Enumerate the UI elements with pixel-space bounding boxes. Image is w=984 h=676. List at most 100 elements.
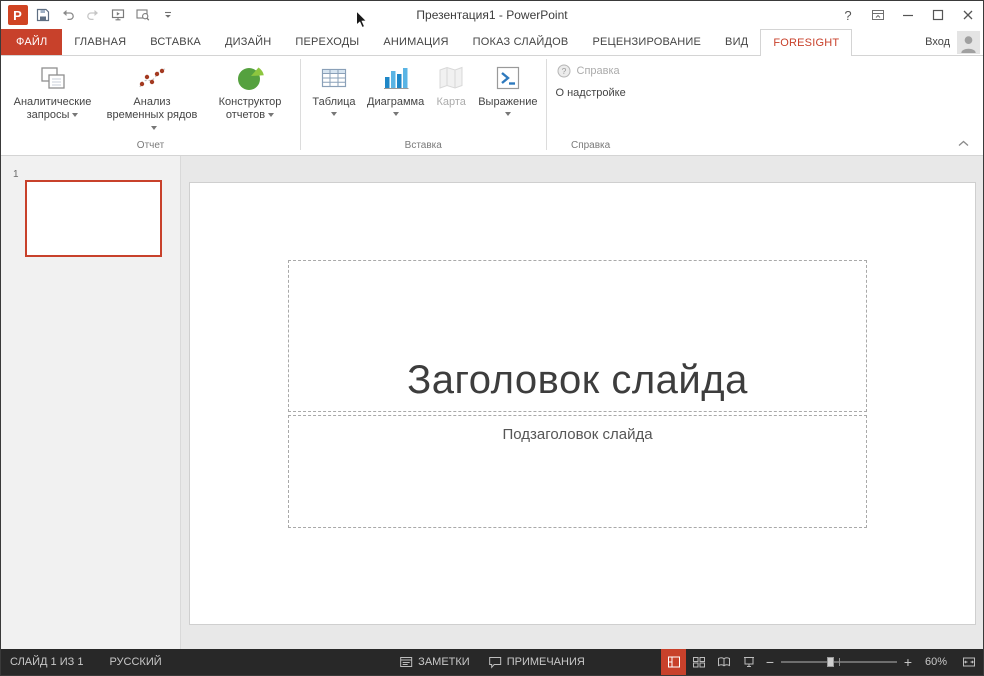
time-series-analysis-button[interactable]: Анализ временных рядов [100, 57, 204, 138]
ribbon-foresight: Аналитические запросы Анализ временных р… [1, 56, 983, 156]
analytical-queries-button[interactable]: Аналитические запросы [5, 57, 100, 125]
zoom-out-button[interactable]: − [761, 649, 779, 675]
tab-file[interactable]: ФАЙЛ [1, 29, 62, 55]
ribbon-display-options-button[interactable] [863, 1, 893, 29]
map-button[interactable]: Карта [428, 57, 474, 112]
save-button[interactable] [31, 3, 54, 27]
report-designer-button[interactable]: Конструктор отчетов [204, 57, 296, 125]
powerpoint-window: P Презентация1 - PowerPoint ? [0, 0, 984, 676]
close-button[interactable] [953, 1, 983, 29]
button-label: Конструктор отчетов [219, 96, 282, 121]
comments-label: ПРИМЕЧАНИЯ [507, 656, 585, 668]
minimize-button[interactable] [893, 1, 923, 29]
dropdown-caret-icon [505, 112, 511, 116]
comments-button[interactable]: ПРИМЕЧАНИЯ [479, 649, 594, 675]
chevron-down-icon [160, 7, 176, 23]
expression-button[interactable]: Выражение [474, 57, 541, 119]
reading-view-button[interactable] [711, 649, 736, 675]
chevron-up-icon [958, 140, 969, 147]
dropdown-caret-icon [268, 113, 274, 117]
title-placeholder-text: Заголовок слайда [407, 358, 748, 403]
tab-foresight[interactable]: FORESIGHT [760, 29, 852, 56]
undo-button[interactable] [56, 3, 79, 27]
title-placeholder[interactable]: Заголовок слайда [288, 260, 867, 412]
slide-show-icon [742, 655, 756, 669]
slide-thumbnail[interactable] [25, 180, 162, 257]
ribbon-group-help: ? Справка О надстройке Справка [547, 56, 635, 155]
tab-animations[interactable]: АНИМАЦИЯ [371, 29, 460, 55]
app-menu-button[interactable]: P [6, 3, 29, 27]
notes-icon [399, 655, 413, 669]
tab-home[interactable]: ГЛАВНАЯ [62, 29, 138, 55]
zoom-in-button[interactable]: + [899, 649, 917, 675]
customize-quick-access-toolbar-button[interactable] [156, 3, 179, 27]
time-series-scatter-icon [136, 62, 168, 94]
help-reference-button[interactable]: ? Справка [551, 60, 625, 82]
find-window-button[interactable] [131, 3, 154, 27]
group-label-report: Отчет [5, 138, 296, 155]
normal-view-icon [667, 655, 681, 669]
button-label: Анализ временных рядов [107, 96, 198, 121]
svg-text:?: ? [561, 66, 566, 76]
close-icon [960, 7, 976, 23]
table-icon [318, 62, 350, 94]
bar-chart-icon [380, 62, 412, 94]
zoom-slider-thumb[interactable] [827, 657, 834, 667]
slide-indicator[interactable]: СЛАЙД 1 ИЗ 1 [1, 649, 92, 675]
zoom-slider[interactable] [781, 649, 897, 675]
start-from-beginning-button[interactable] [106, 3, 129, 27]
tab-design[interactable]: ДИЗАЙН [213, 29, 283, 55]
tab-slide-show[interactable]: ПОКАЗ СЛАЙДОВ [461, 29, 581, 55]
dropdown-caret-icon [72, 113, 78, 117]
workspace: 1 Заголовок слайда Подзаголовок слайда [1, 156, 983, 649]
maximize-button[interactable] [923, 1, 953, 29]
dropdown-caret-icon [393, 112, 399, 116]
tab-transitions[interactable]: ПЕРЕХОДЫ [283, 29, 371, 55]
map-icon [435, 62, 467, 94]
chart-button[interactable]: Диаграмма [363, 57, 428, 119]
undo-icon [60, 7, 76, 23]
redo-button[interactable] [81, 3, 104, 27]
maximize-icon [930, 7, 946, 23]
slide-number-label: 1 [13, 169, 19, 180]
expression-icon [492, 62, 524, 94]
collapse-ribbon-button[interactable] [954, 136, 972, 150]
slide-show-button[interactable] [736, 649, 761, 675]
ribbon-group-insert: Таблица Диаграмма Карта Выражение [301, 56, 546, 155]
window-controls: ? [833, 1, 983, 29]
tab-insert[interactable]: ВСТАВКА [138, 29, 213, 55]
tab-review[interactable]: РЕЦЕНЗИРОВАНИЕ [580, 29, 713, 55]
tab-view[interactable]: ВИД [713, 29, 760, 55]
help-button[interactable]: ? [833, 1, 863, 29]
slide-sorter-view-button[interactable] [686, 649, 711, 675]
button-label: Карта [436, 96, 465, 109]
language-indicator[interactable]: РУССКИЙ [100, 649, 170, 675]
group-label-help: Справка [551, 138, 631, 155]
table-button[interactable]: Таблица [305, 57, 363, 119]
group-label-insert: Вставка [305, 138, 542, 155]
button-label: Таблица [312, 96, 355, 109]
sign-in-button[interactable]: Вход [915, 29, 983, 55]
fit-slide-to-window-button[interactable] [955, 649, 983, 675]
reading-view-icon [717, 655, 731, 669]
fit-to-window-icon [962, 655, 976, 669]
dropdown-caret-icon [331, 112, 337, 116]
subtitle-placeholder-text: Подзаголовок слайда [502, 426, 652, 443]
help-icon: ? [844, 8, 851, 23]
button-label: О надстройке [556, 87, 626, 99]
about-addin-button[interactable]: О надстройке [551, 82, 631, 104]
statusbar-center: ЗАМЕТКИ ПРИМЕЧАНИЯ [390, 649, 594, 675]
ribbon-tab-bar: ФАЙЛ ГЛАВНАЯ ВСТАВКА ДИЗАЙН ПЕРЕХОДЫ АНИ… [1, 29, 983, 56]
slide-thumbnail-panel: 1 [1, 156, 181, 649]
slide-sorter-icon [692, 655, 706, 669]
button-label: Справка [577, 65, 620, 77]
subtitle-placeholder[interactable]: Подзаголовок слайда [288, 415, 867, 528]
analytical-queries-icon [37, 62, 69, 94]
notes-button[interactable]: ЗАМЕТКИ [390, 649, 479, 675]
ribbon-display-options-icon [870, 7, 886, 23]
zoom-level[interactable]: 60% [917, 656, 955, 668]
minimize-icon [900, 7, 916, 23]
normal-view-button[interactable] [661, 649, 686, 675]
zoom-slider-midpoint [839, 658, 840, 666]
slide[interactable]: Заголовок слайда Подзаголовок слайда [189, 182, 976, 625]
